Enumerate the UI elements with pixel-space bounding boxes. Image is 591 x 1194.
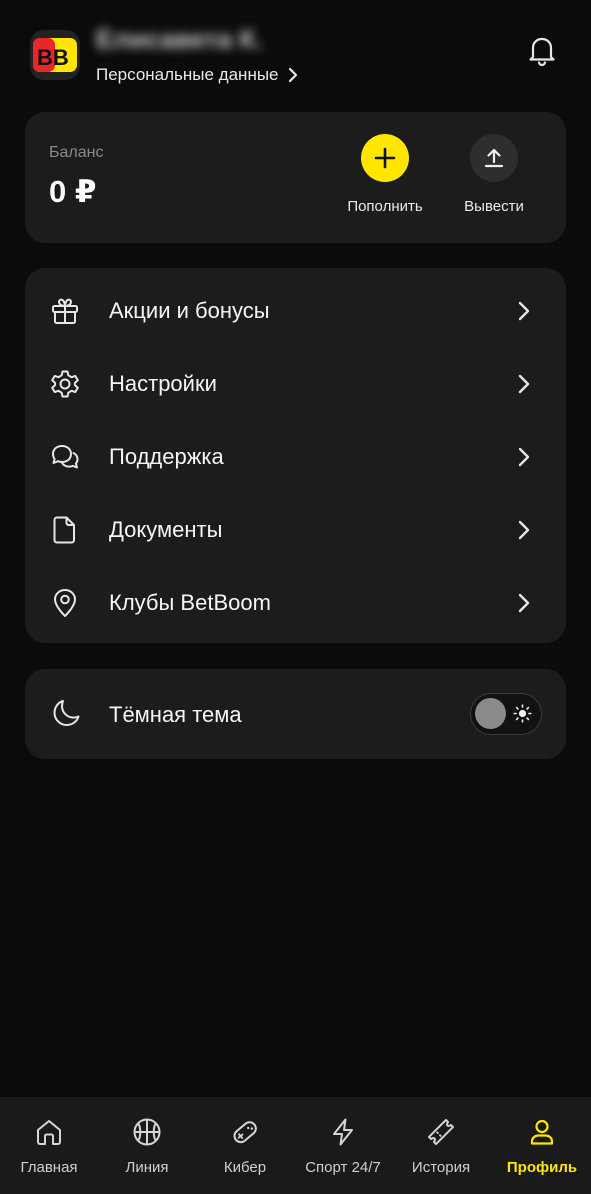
- nav-label: Спорт 24/7: [305, 1159, 381, 1176]
- nav-label: Главная: [20, 1159, 78, 1176]
- dark-theme-toggle[interactable]: [470, 693, 542, 735]
- avatar[interactable]: BB: [30, 30, 80, 80]
- user-icon: [527, 1117, 557, 1147]
- avatar-logo-text: BB: [37, 45, 69, 70]
- withdraw-label: Вывести: [464, 198, 524, 215]
- menu-item-documents[interactable]: Документы: [25, 493, 566, 566]
- dark-theme-card: Тёмная тема: [25, 669, 566, 759]
- withdraw-circle: [470, 134, 518, 182]
- personal-data-link[interactable]: Персональные данные: [96, 63, 299, 87]
- menu-item-label: Акции и бонусы: [109, 298, 270, 323]
- menu-item-promotions[interactable]: Акции и бонусы: [25, 274, 566, 347]
- user-name: Елисавета К.: [96, 24, 263, 54]
- balance-value: 0 ₽: [49, 174, 97, 209]
- lightning-icon: [328, 1117, 358, 1147]
- sun-icon: [513, 704, 532, 723]
- balance-card: Баланс 0 ₽ Пополнить Вывести: [25, 112, 566, 243]
- topup-button[interactable]: Пополнить: [335, 134, 435, 224]
- nav-item-home[interactable]: Главная: [0, 1097, 98, 1194]
- menu-item-clubs[interactable]: Клубы BetBoom: [25, 566, 566, 639]
- menu-card: Акции и бонусы Настройки Поддержка Докум…: [25, 268, 566, 643]
- menu-item-support[interactable]: Поддержка: [25, 420, 566, 493]
- upload-icon: [484, 148, 504, 168]
- topup-circle: [361, 134, 409, 182]
- chevron-right-icon: [513, 373, 535, 395]
- chevron-right-icon: [288, 67, 297, 83]
- gift-icon: [49, 295, 81, 327]
- nav-label: История: [411, 1159, 471, 1176]
- basketball-icon: [132, 1117, 162, 1147]
- menu-item-settings[interactable]: Настройки: [25, 347, 566, 420]
- nav-label: Кибер: [223, 1159, 267, 1176]
- chevron-right-icon: [513, 446, 535, 468]
- menu-item-label: Поддержка: [109, 444, 224, 469]
- moon-icon: [49, 697, 83, 731]
- nav-item-sport-24-7[interactable]: Спорт 24/7: [294, 1097, 392, 1194]
- bottom-navigation: Главная Линия Кибер Спорт 24/7 История П…: [0, 1097, 591, 1194]
- betboom-logo-icon: BB: [30, 30, 80, 80]
- chevron-right-icon: [513, 300, 535, 322]
- ticket-icon: [426, 1117, 456, 1147]
- location-pin-icon: [49, 587, 81, 619]
- menu-item-label: Клубы BetBoom: [109, 590, 271, 615]
- topup-label: Пополнить: [347, 198, 423, 215]
- chat-icon: [49, 441, 81, 473]
- nav-item-profile[interactable]: Профиль: [493, 1097, 591, 1194]
- menu-item-label: Настройки: [109, 371, 217, 396]
- chevron-right-icon: [513, 519, 535, 541]
- nav-label: Профиль: [506, 1159, 578, 1176]
- nav-item-history[interactable]: История: [392, 1097, 490, 1194]
- chevron-right-icon: [513, 592, 535, 614]
- toggle-knob: [475, 698, 506, 729]
- withdraw-button[interactable]: Вывести: [444, 134, 544, 224]
- nav-label: Линия: [125, 1159, 169, 1176]
- dark-theme-label: Тёмная тема: [109, 702, 242, 727]
- balance-label: Баланс: [49, 144, 104, 161]
- menu-item-label: Документы: [109, 517, 223, 542]
- document-icon: [49, 514, 81, 546]
- nav-item-cyber[interactable]: Кибер: [196, 1097, 294, 1194]
- gamepad-icon: [230, 1117, 260, 1147]
- gear-icon: [49, 368, 81, 400]
- notifications-bell-icon[interactable]: [524, 32, 560, 68]
- home-icon: [34, 1117, 64, 1147]
- personal-data-label: Персональные данные: [96, 65, 279, 84]
- nav-item-line[interactable]: Линия: [98, 1097, 196, 1194]
- plus-icon: [374, 147, 396, 169]
- profile-header: BB Елисавета К. Персональные данные: [0, 0, 591, 100]
